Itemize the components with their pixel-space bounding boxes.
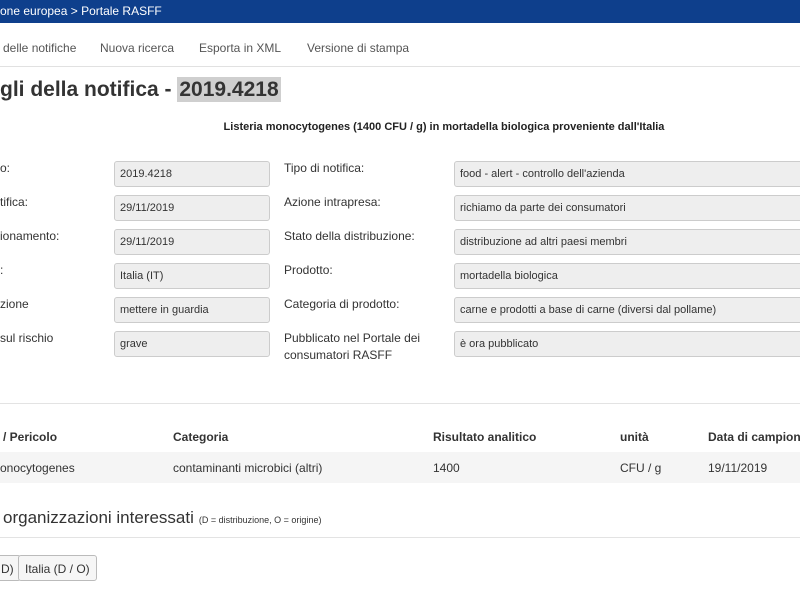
field-label-country: :	[0, 263, 4, 277]
table-header-category: Categoria	[173, 430, 229, 444]
field-value-update-date: 29/11/2019	[114, 229, 270, 255]
field-value-published-portal: è ora pubblicato	[454, 331, 800, 357]
field-label-published-portal: Pubblicato nel Portale dei consumatori RA…	[284, 330, 420, 364]
field-label-action-taken: Azione intrapresa:	[284, 195, 381, 209]
table-row	[0, 452, 800, 483]
countries-legend: (D = distribuzione, O = origine)	[198, 515, 322, 525]
field-label-reference: o:	[0, 161, 11, 175]
countries-title-text: organizzazioni interessati	[3, 508, 194, 527]
field-value-product: mortadella biologica	[454, 263, 800, 289]
page-title-prefix: gli della notifica -	[0, 78, 178, 101]
section-divider	[0, 537, 800, 538]
table-header-hazard: / Pericolo	[3, 430, 58, 444]
field-label-notification-date: tifica:	[0, 195, 29, 209]
table-cell-category: contaminanti microbici (altri)	[173, 461, 323, 475]
table-header-result: Risultato analitico	[433, 430, 537, 444]
notification-subject: Listeria monocytogenes (1400 CFU / g) in…	[223, 121, 665, 133]
section-divider	[0, 403, 800, 404]
field-label-risk-decision: sul rischio	[0, 331, 54, 345]
field-value-country: Italia (IT)	[114, 263, 270, 289]
published-portal-line2: consumatori RASFF	[284, 348, 393, 362]
table-cell-sampling-date: 19/11/2019	[708, 461, 768, 475]
page-title: gli della notifica - 2019.4218	[0, 77, 281, 102]
nav-new-search[interactable]: Nuova ricerca	[100, 41, 174, 55]
country-button-italia[interactable]: Italia (D / O)	[18, 555, 97, 581]
nav-export-xml[interactable]: Esporta in XML	[199, 41, 281, 55]
field-value-risk-decision: grave	[114, 331, 270, 357]
published-portal-line1: Pubblicato nel Portale dei	[284, 331, 421, 345]
field-value-reference: 2019.4218	[114, 161, 270, 187]
nav-notifications-list[interactable]: delle notifiche	[3, 41, 76, 55]
field-label-notification-type: Tipo di notifica:	[284, 161, 365, 175]
field-value-action-taken: richiamo da parte dei consumatori	[454, 195, 800, 221]
field-value-distribution-status: distribuzione ad altri paesi membri	[454, 229, 800, 255]
field-label-distribution-status: Stato della distribuzione:	[284, 229, 415, 243]
field-label-product: Prodotto:	[284, 263, 333, 277]
table-header-sampling-date: Data di campion	[708, 430, 800, 444]
top-banner: one europea > Portale RASFF	[0, 0, 800, 23]
field-value-notification-date: 29/11/2019	[114, 195, 270, 221]
field-label-notification-basis: zione	[0, 297, 29, 311]
countries-section-title: organizzazioni interessati (D = distribuz…	[3, 508, 321, 528]
table-cell-hazard: onocytogenes	[0, 461, 75, 475]
nav-print-version[interactable]: Versione di stampa	[307, 41, 409, 55]
table-cell-result: 1400	[433, 461, 460, 475]
field-label-update-date: ionamento:	[0, 229, 60, 243]
field-label-product-category: Categoria di prodotto:	[284, 297, 400, 311]
field-value-notification-basis: mettere in guardia	[114, 297, 270, 323]
table-header-unit: unità	[620, 430, 649, 444]
notification-reference: 2019.4218	[177, 77, 281, 102]
table-cell-unit: CFU / g	[620, 461, 662, 475]
field-value-product-category: carne e prodotti a base di carne (divers…	[454, 297, 800, 323]
breadcrumb[interactable]: one europea > Portale RASFF	[0, 4, 162, 18]
field-value-notification-type: food - alert - controllo dell'azienda	[454, 161, 800, 187]
action-nav: delle notifiche Nuova ricerca Esporta in…	[0, 30, 800, 67]
